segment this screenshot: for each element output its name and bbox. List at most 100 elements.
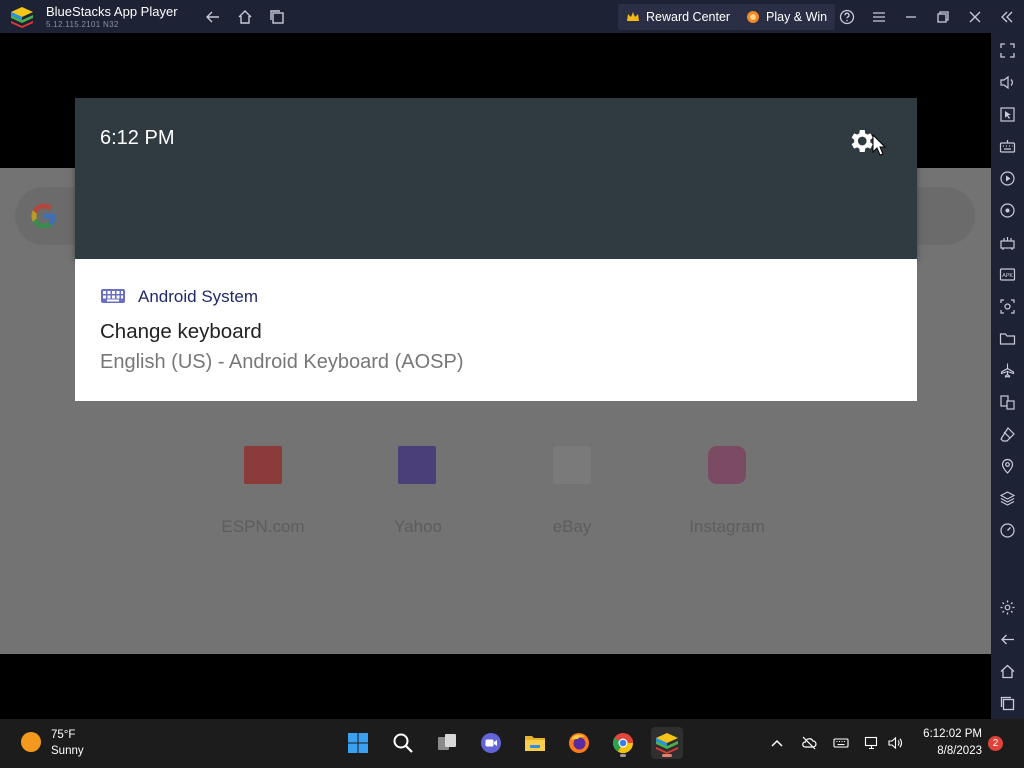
- multi-instance-button[interactable]: [999, 394, 1016, 411]
- running-indicator: [620, 754, 626, 757]
- instagram-shortcut-icon[interactable]: [708, 446, 746, 484]
- arrow-left-icon: [1001, 634, 1014, 645]
- taskbar-clock-date[interactable]: 8/8/2023: [906, 745, 982, 757]
- keyboard-controls-icon: [999, 140, 1016, 153]
- speaker-icon: [888, 736, 902, 750]
- eco-mode-button[interactable]: [999, 522, 1016, 539]
- fullscreen-button[interactable]: [999, 42, 1016, 59]
- window-version: 5.12.115.2101 N32: [46, 20, 119, 29]
- play-circle-icon: [1000, 171, 1015, 186]
- file-explorer-button[interactable]: [519, 727, 551, 759]
- folder-icon: [525, 736, 545, 751]
- media-folder-button[interactable]: [999, 330, 1016, 347]
- minimize-button[interactable]: [900, 6, 922, 28]
- fullscreen-icon: [1000, 43, 1015, 58]
- back-button[interactable]: [202, 6, 224, 28]
- keyboard-icon: [101, 289, 125, 303]
- volume-button[interactable]: [999, 74, 1016, 91]
- screenshot-button[interactable]: [999, 298, 1016, 315]
- location-button[interactable]: [999, 458, 1016, 475]
- menu-button[interactable]: [868, 6, 890, 28]
- airplane-mode-button[interactable]: [999, 362, 1016, 379]
- chrome-button[interactable]: [607, 727, 639, 759]
- task-view-icon: [438, 734, 456, 750]
- speedometer-icon: [1000, 523, 1015, 538]
- target-icon: [1000, 203, 1015, 218]
- restore-icon: [937, 11, 949, 23]
- ebay-shortcut-icon[interactable]: [553, 446, 591, 484]
- active-indicator: [662, 754, 672, 757]
- layers-icon: [999, 491, 1016, 506]
- shortcut-label-ebay: eBay: [552, 517, 592, 536]
- espn-shortcut-icon[interactable]: [244, 446, 282, 484]
- arrow-left-icon: [206, 11, 219, 23]
- task-view-button[interactable]: [431, 727, 463, 759]
- bluestacks-sidebar: APK: [991, 33, 1024, 719]
- bluestacks-taskbar-button[interactable]: [651, 727, 683, 759]
- recent-apps-icon: [1000, 696, 1015, 711]
- gear-icon: [1000, 600, 1015, 615]
- onedrive-tray-icon[interactable]: [801, 735, 817, 751]
- start-button[interactable]: [342, 727, 374, 759]
- sync-button[interactable]: [999, 202, 1016, 219]
- taskbar-clock-time[interactable]: 6:12:02 PM: [906, 728, 982, 740]
- keyboard-controls-button[interactable]: [999, 138, 1016, 155]
- network-tray-icon[interactable]: [864, 735, 880, 751]
- location-pin-icon: [1001, 458, 1014, 474]
- title-bar: BlueStacks App Player 5.12.115.2101 N32 …: [0, 0, 1024, 33]
- camera-icon: [1000, 299, 1015, 314]
- chevron-up-icon: [771, 739, 783, 747]
- notification-card[interactable]: Android System Change keyboard English (…: [75, 259, 917, 401]
- svg-text:APK: APK: [1002, 273, 1013, 279]
- mouse-cursor-icon: [872, 134, 886, 156]
- play-win-button[interactable]: Play & Win: [738, 4, 836, 30]
- notification-shade-header: 6:12 PM: [75, 98, 917, 259]
- home-button[interactable]: [234, 6, 256, 28]
- layers-button[interactable]: [999, 490, 1016, 507]
- performance-button[interactable]: [999, 234, 1016, 251]
- windows-logo-icon: [348, 733, 368, 753]
- close-icon: [969, 11, 981, 23]
- help-icon: [839, 9, 855, 25]
- input-indicator[interactable]: [833, 735, 849, 751]
- show-hidden-icons-button[interactable]: [769, 735, 785, 751]
- volume-tray-icon[interactable]: [887, 735, 903, 751]
- recent-apps-button[interactable]: [266, 6, 288, 28]
- chrome-icon: [612, 733, 634, 754]
- android-home-button[interactable]: [999, 663, 1016, 680]
- medal-icon: [747, 11, 759, 23]
- weather-condition[interactable]: Sunny: [51, 745, 84, 757]
- android-back-button[interactable]: [999, 631, 1016, 648]
- search-button[interactable]: [387, 727, 419, 759]
- sun-icon[interactable]: [21, 732, 41, 752]
- install-apk-button[interactable]: APK: [999, 266, 1016, 283]
- teams-chat-button[interactable]: [475, 727, 507, 759]
- cloud-off-icon: [802, 736, 817, 750]
- reward-center-button[interactable]: Reward Center: [618, 4, 739, 30]
- firefox-button[interactable]: [563, 727, 595, 759]
- keyboard-icon: [833, 738, 849, 748]
- play-win-label: Play & Win: [766, 10, 828, 24]
- shortcut-label-espn: ESPN.com: [221, 517, 305, 536]
- network-icon: [864, 736, 878, 750]
- shortcut-label-instagram: Instagram: [689, 517, 765, 536]
- notification-title: Change keyboard: [100, 320, 262, 343]
- shade-clock: 6:12 PM: [100, 127, 175, 149]
- help-button[interactable]: [836, 6, 858, 28]
- rotate-button[interactable]: [999, 426, 1016, 443]
- shortcut-label-yahoo: Yahoo: [394, 517, 442, 536]
- restore-button[interactable]: [932, 6, 954, 28]
- weather-temperature[interactable]: 75°F: [51, 729, 75, 741]
- collapse-sidebar-button[interactable]: [996, 6, 1018, 28]
- pointer-button[interactable]: [999, 106, 1016, 123]
- search-icon: [393, 733, 413, 753]
- notification-count-badge[interactable]: 2: [988, 736, 1003, 751]
- android-recents-button[interactable]: [999, 695, 1016, 712]
- macro-button[interactable]: [999, 170, 1016, 187]
- settings-button[interactable]: [999, 599, 1016, 616]
- yahoo-shortcut-icon[interactable]: [398, 446, 436, 484]
- windows-taskbar: 75°F Sunny 6:12:02 PM 8/8/2023 2: [0, 719, 1024, 768]
- close-button[interactable]: [964, 6, 986, 28]
- firefox-icon: [569, 733, 589, 753]
- recent-apps-icon: [270, 10, 284, 24]
